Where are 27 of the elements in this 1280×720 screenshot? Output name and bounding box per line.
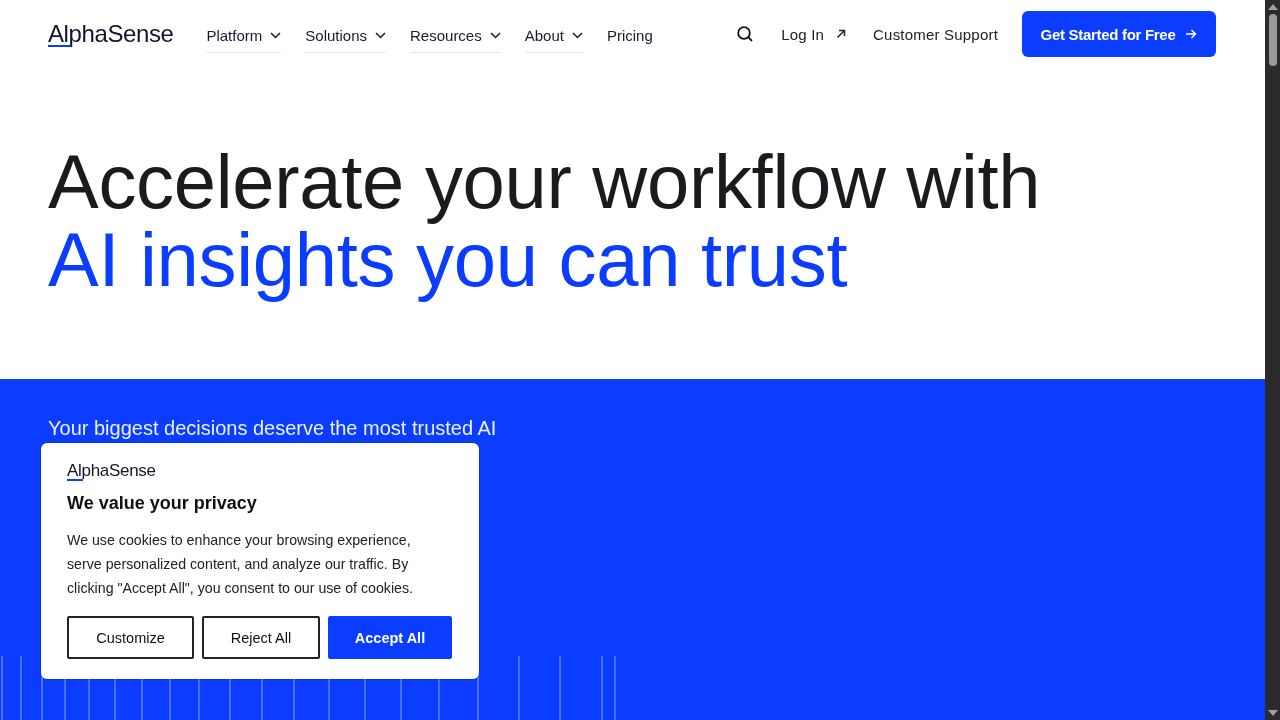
- get-started-button[interactable]: Get Started for Free: [1022, 11, 1216, 57]
- nav-menu-item[interactable]: Solutions: [305, 18, 386, 53]
- nav-menu-item[interactable]: Platform: [206, 18, 282, 53]
- scrollbar-thumb[interactable]: [1268, 14, 1277, 66]
- chevron-down-icon: [270, 31, 282, 39]
- scroll-down-arrow-icon[interactable]: [1267, 710, 1278, 716]
- nav-menu-item[interactable]: Resources: [410, 18, 501, 53]
- nav-menu-item[interactable]: About: [524, 18, 583, 53]
- chevron-down-icon: [571, 31, 583, 39]
- dialog-logo: AlphaSense: [67, 460, 156, 482]
- support-link[interactable]: Customer Support: [873, 25, 998, 43]
- dialog-title: We value your privacy: [67, 492, 258, 515]
- arrow-up-right-icon: [836, 29, 847, 39]
- chevron-down-icon: [375, 31, 386, 39]
- banner-subtitle: Your biggest decisions deserve the most trusted AI: [48, 416, 497, 441]
- scrollbar[interactable]: [1265, 0, 1280, 720]
- search-icon[interactable]: [737, 26, 754, 42]
- nav-menu-item[interactable]: Pricing: [606, 18, 653, 53]
- scroll-up-arrow-icon[interactable]: [1267, 4, 1278, 10]
- arrow-right-icon: [1185, 29, 1198, 39]
- chevron-down-icon: [489, 31, 501, 39]
- cookie-button[interactable]: Customize: [67, 616, 194, 659]
- cookie-button[interactable]: Reject All: [202, 616, 320, 659]
- login-link[interactable]: Log In: [781, 25, 847, 43]
- dialog-text: We use cookies to enhance your browsing experience, serve personalized content, and analyze our traffic. By clicking "Accept All", you consent to our use of cookies.: [67, 531, 415, 598]
- logo[interactable]: AlphaSense: [48, 20, 174, 48]
- cookie-button[interactable]: Accept All: [328, 616, 452, 659]
